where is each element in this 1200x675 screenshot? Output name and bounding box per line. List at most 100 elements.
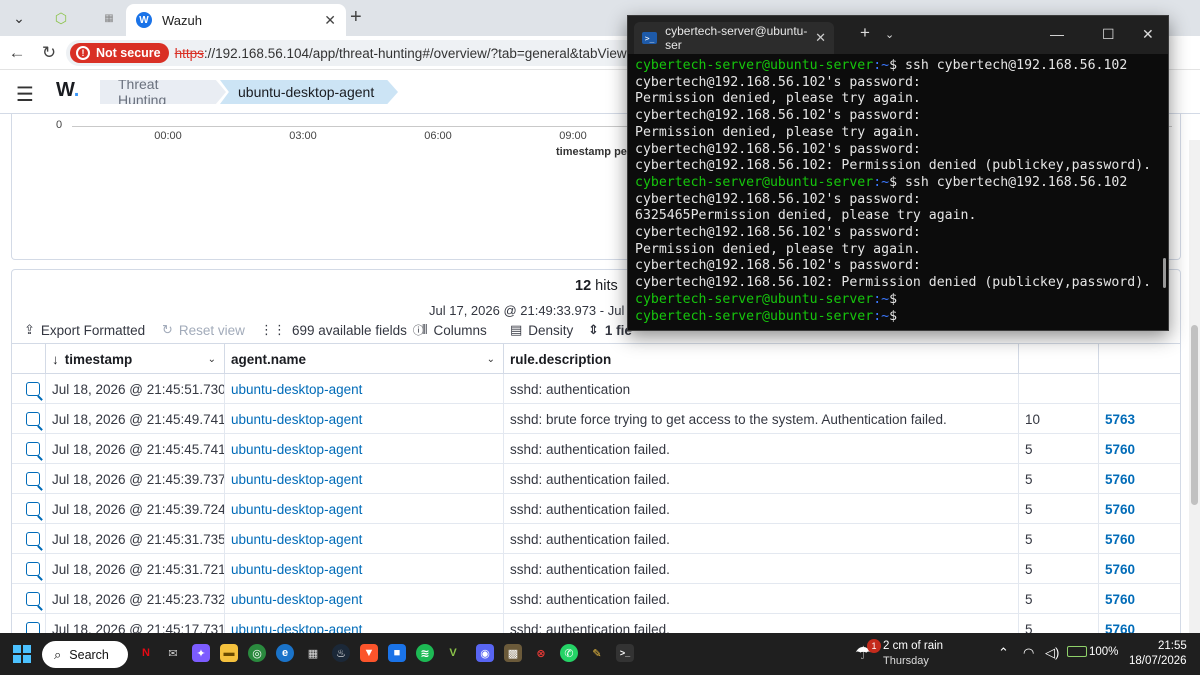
sort-fields-button[interactable]: ⇕ 1 fie <box>588 322 632 338</box>
columns-button[interactable]: ⫴ Columns <box>422 322 487 338</box>
cell-agent-name[interactable]: ubuntu-desktop-agent <box>225 584 504 614</box>
inspect-document-icon[interactable] <box>26 532 40 546</box>
inspect-document-icon[interactable] <box>26 592 40 606</box>
extension-cube-icon[interactable]: ⬡ <box>48 6 74 30</box>
chrome-icon[interactable]: ◎ <box>248 644 266 662</box>
cell-agent-name[interactable]: ubuntu-desktop-agent <box>225 404 504 434</box>
tab-close-icon[interactable]: ✕ <box>324 12 336 29</box>
density-button[interactable]: ▤ Density <box>510 322 573 338</box>
vscode-icon[interactable]: V <box>444 644 462 662</box>
scrollbar-thumb[interactable] <box>1191 325 1198 505</box>
not-secure-badge[interactable]: ! Not secure <box>70 43 169 63</box>
new-tab-icon[interactable]: + <box>860 23 870 43</box>
inspect-document-icon[interactable] <box>26 442 40 456</box>
tab-wazuh[interactable]: W Wazuh ✕ <box>126 4 346 36</box>
record-icon[interactable]: ⊗ <box>532 644 550 662</box>
game-icon[interactable]: ▩ <box>504 644 522 662</box>
wifi-icon[interactable]: ◠ <box>1023 645 1034 661</box>
inspect-document-icon[interactable] <box>26 472 40 486</box>
chevron-up-icon[interactable]: ⌃ <box>998 645 1009 661</box>
steam-icon[interactable]: ♨ <box>332 644 350 662</box>
menu-hamburger-icon[interactable]: ☰ <box>16 82 34 107</box>
terminal-scrollbar[interactable] <box>1163 258 1166 288</box>
cell-rule-id[interactable]: 5760 <box>1099 524 1180 554</box>
cell-rule-id[interactable]: 5760 <box>1099 554 1180 584</box>
inspect-document-icon[interactable] <box>26 502 40 516</box>
pinned-tab-icon[interactable]: ▦ <box>96 6 122 30</box>
breadcrumb-agent[interactable]: ubuntu-desktop-agent <box>220 80 398 104</box>
windows-start-icon[interactable] <box>13 645 31 663</box>
inspect-cell[interactable] <box>12 374 46 404</box>
header-rule-description[interactable]: rule.description <box>504 344 1019 374</box>
inspect-cell[interactable] <box>12 494 46 524</box>
brave-icon[interactable]: ▼ <box>360 644 378 662</box>
terminal-taskbar-icon[interactable]: >_ <box>616 644 634 662</box>
table-row[interactable]: Jul 18, 2026 @ 21:45:39.737 ubuntu-deskto… <box>12 464 1180 494</box>
close-icon[interactable]: ✕ <box>815 30 826 46</box>
cell-agent-name[interactable]: ubuntu-desktop-agent <box>225 374 504 404</box>
table-row[interactable]: Jul 18, 2026 @ 21:45:31.735 ubuntu-deskto… <box>12 524 1180 554</box>
table-row[interactable]: Jul 18, 2026 @ 21:45:51.730 ubuntu-deskto… <box>12 374 1180 404</box>
cell-rule-id[interactable]: 5760 <box>1099 464 1180 494</box>
header-rule-level[interactable] <box>1019 344 1099 374</box>
taskbar-search[interactable]: ⌕ Search <box>42 641 128 668</box>
cell-agent-name[interactable]: ubuntu-desktop-agent <box>225 434 504 464</box>
cell-agent-name[interactable]: ubuntu-desktop-agent <box>225 524 504 554</box>
table-row[interactable]: Jul 18, 2026 @ 21:45:45.741 ubuntu-deskto… <box>12 434 1180 464</box>
cell-agent-name[interactable]: ubuntu-desktop-agent <box>225 614 504 633</box>
notepad-icon[interactable]: ✎ <box>588 644 606 662</box>
copilot-icon[interactable]: ✦ <box>192 644 210 662</box>
terminal-tab[interactable]: >_ cybertech-server@ubuntu-ser ✕ <box>634 22 834 54</box>
export-formatted-button[interactable]: ⇪ Export Formatted <box>24 322 145 338</box>
tab-search-chevron-icon[interactable]: ⌄ <box>6 6 32 30</box>
minimize-icon[interactable]: — <box>1050 26 1064 42</box>
terminal-output[interactable]: cybertech-server@ubuntu-server:~$ ssh cy… <box>635 58 1165 325</box>
inspect-cell[interactable] <box>12 524 46 554</box>
cell-rule-id[interactable]: 5760 <box>1099 614 1180 634</box>
inspect-cell[interactable] <box>12 434 46 464</box>
cell-rule-id[interactable]: 5763 <box>1099 404 1180 434</box>
cell-agent-name[interactable]: ubuntu-desktop-agent <box>225 464 504 494</box>
header-rule-id[interactable] <box>1099 344 1180 374</box>
table-row[interactable]: Jul 18, 2026 @ 21:45:31.721 ubuntu-deskto… <box>12 554 1180 584</box>
table-row[interactable]: Jul 18, 2026 @ 21:45:17.731 ubuntu-deskto… <box>12 614 1180 634</box>
reset-view-button[interactable]: ↻ Reset view <box>162 322 245 338</box>
weather-widget[interactable]: ☂ 1 2 cm of rain Thursday <box>855 639 975 671</box>
edge-icon[interactable]: e <box>276 644 294 662</box>
discord-icon[interactable]: ◉ <box>476 644 494 662</box>
store-icon[interactable]: ▦ <box>304 644 322 662</box>
maximize-icon[interactable]: ☐ <box>1102 26 1115 43</box>
cell-rule-id[interactable]: 5760 <box>1099 494 1180 524</box>
inspect-cell[interactable] <box>12 554 46 584</box>
spotify-icon[interactable]: ≋ <box>416 644 434 662</box>
inspect-cell[interactable] <box>12 464 46 494</box>
battery-icon[interactable] <box>1067 646 1087 657</box>
page-scrollbar[interactable] <box>1189 140 1200 633</box>
cell-agent-name[interactable]: ubuntu-desktop-agent <box>225 494 504 524</box>
file-explorer-icon[interactable]: ▬ <box>220 644 238 662</box>
table-row[interactable]: Jul 18, 2026 @ 21:45:49.741 ubuntu-deskto… <box>12 404 1180 434</box>
new-tab-icon[interactable]: + <box>350 6 362 29</box>
cell-agent-name[interactable]: ubuntu-desktop-agent <box>225 554 504 584</box>
cell-rule-id[interactable] <box>1099 374 1180 404</box>
window-close-icon[interactable]: ✕ <box>1142 26 1154 43</box>
header-timestamp[interactable]: ↓ timestamp ⌄ <box>46 344 225 374</box>
inspect-document-icon[interactable] <box>26 412 40 426</box>
inspect-cell[interactable] <box>12 404 46 434</box>
breadcrumb-threat-hunting[interactable]: Threat Hunting <box>100 80 226 104</box>
inspect-document-icon[interactable] <box>26 622 40 633</box>
back-arrow-icon[interactable]: ← <box>6 42 28 64</box>
inspect-cell[interactable] <box>12 584 46 614</box>
chevron-down-icon[interactable]: ⌄ <box>885 28 894 41</box>
inspect-document-icon[interactable] <box>26 382 40 396</box>
table-row[interactable]: Jul 18, 2026 @ 21:45:39.724 ubuntu-deskto… <box>12 494 1180 524</box>
clock-date[interactable]: 18/07/2026 <box>1129 655 1187 667</box>
whatsapp-icon[interactable]: ✆ <box>560 644 578 662</box>
terminal-window[interactable]: >_ cybertech-server@ubuntu-ser ✕ + ⌄ — ☐… <box>627 15 1169 331</box>
table-row[interactable]: Jul 18, 2026 @ 21:45:23.732 ubuntu-deskto… <box>12 584 1180 614</box>
app-blue-icon[interactable]: ■ <box>388 644 406 662</box>
netflix-icon[interactable]: N <box>137 644 155 662</box>
inspect-cell[interactable] <box>12 614 46 633</box>
inspect-document-icon[interactable] <box>26 562 40 576</box>
mail-icon[interactable]: ✉ <box>164 644 182 662</box>
